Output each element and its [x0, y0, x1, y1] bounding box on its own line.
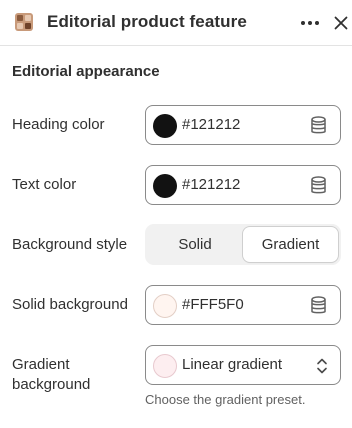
solid-background-swatch[interactable]: [153, 294, 177, 318]
section-title: Editorial appearance: [12, 63, 160, 80]
close-button[interactable]: [330, 11, 352, 35]
database-icon[interactable]: [310, 116, 327, 135]
database-icon[interactable]: [310, 296, 327, 315]
text-color-swatch[interactable]: [153, 174, 177, 198]
gradient-preset-select[interactable]: Linear gradient: [145, 345, 341, 385]
panel-title: Editorial product feature: [47, 12, 247, 31]
gradient-preview-swatch: [153, 354, 177, 378]
text-color-field[interactable]: #121212: [145, 165, 341, 205]
gradient-background-label-line2: background: [12, 376, 91, 393]
background-style-label: Background style: [12, 236, 128, 253]
select-chevrons-icon: [317, 358, 327, 374]
database-icon[interactable]: [310, 176, 327, 195]
gradient-preset-value: Linear gradient: [182, 356, 283, 373]
ellipsis-icon: [301, 21, 319, 25]
solid-background-value: #FFF5F0: [182, 296, 244, 313]
heading-color-field[interactable]: #121212: [145, 105, 341, 145]
segment-gradient[interactable]: Gradient: [243, 227, 338, 262]
text-color-value: #121212: [182, 176, 241, 193]
panel-header: Editorial product feature: [0, 0, 352, 46]
solid-background-label: Solid background: [12, 296, 128, 313]
heading-color-label: Heading color: [12, 116, 105, 133]
gradient-help-text: Choose the gradient preset.: [145, 392, 306, 407]
close-icon: [334, 16, 348, 30]
heading-color-swatch[interactable]: [153, 114, 177, 138]
solid-background-field[interactable]: #FFF5F0: [145, 285, 341, 325]
more-actions-button[interactable]: [296, 11, 324, 35]
background-style-toggle: Solid Gradient: [145, 224, 341, 265]
heading-color-value: #121212: [182, 116, 241, 133]
text-color-label: Text color: [12, 176, 77, 193]
app-thumbnail-icon: [15, 13, 33, 31]
gradient-background-label-line1: Gradient: [12, 356, 70, 373]
segment-solid[interactable]: Solid: [148, 227, 242, 262]
